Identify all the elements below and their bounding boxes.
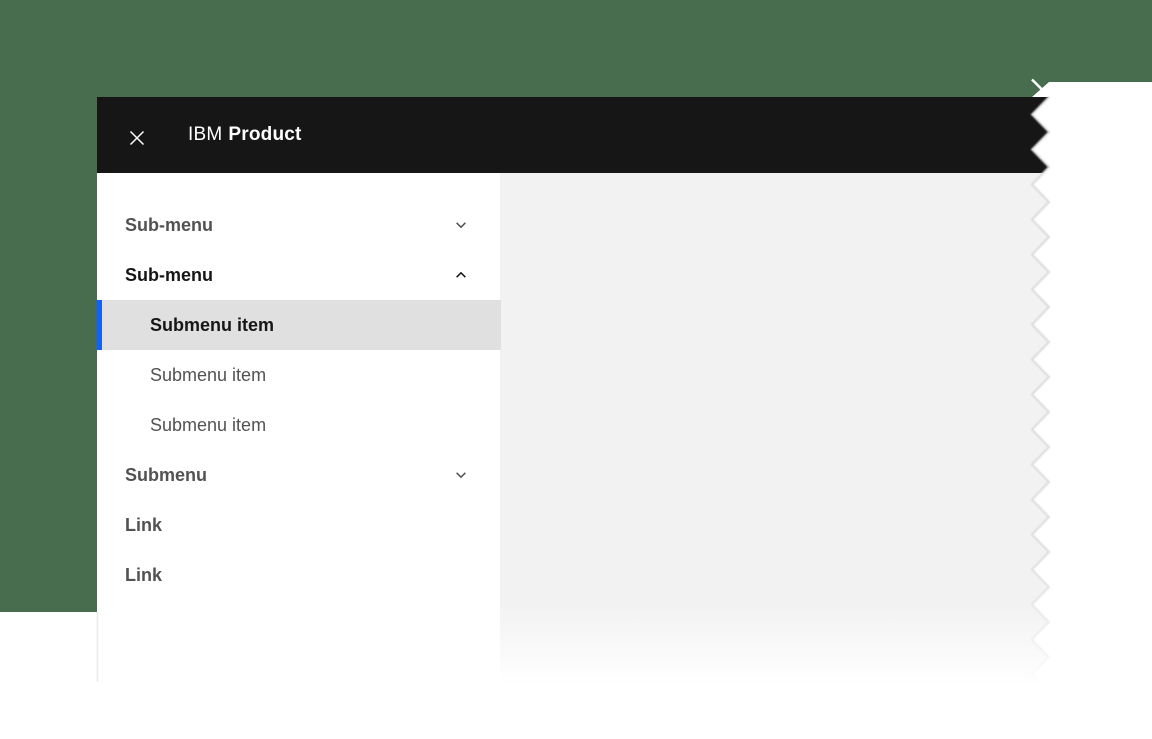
nav-item-link-2[interactable]: Link — [97, 550, 501, 600]
close-button[interactable] — [122, 123, 152, 153]
page: IBM Product Sub-menu Sub-menu Submenu it… — [0, 0, 1152, 739]
nav-item-submenu-toggle-1[interactable]: Sub-menu — [97, 200, 501, 250]
nav-item-label: Submenu item — [150, 315, 274, 336]
chevron-down-icon — [454, 218, 468, 232]
brand-product-name: Product — [228, 124, 301, 146]
nav-item-label: Submenu item — [150, 365, 266, 386]
nav-item-label: Link — [125, 565, 162, 586]
nav-item-submenu-item-3[interactable]: Submenu item — [97, 400, 501, 450]
nav-item-label: Submenu item — [150, 415, 266, 436]
nav-item-submenu-toggle-2-expanded[interactable]: Sub-menu — [97, 250, 501, 300]
nav-item-label: Link — [125, 515, 162, 536]
chevron-down-icon — [454, 468, 468, 482]
nav-item-link-1[interactable]: Link — [97, 500, 501, 550]
close-icon — [129, 130, 145, 146]
nav-item-submenu-item-selected[interactable]: Submenu item — [97, 300, 501, 350]
nav-item-label: Submenu — [125, 465, 207, 486]
content-area-shape — [500, 173, 1049, 685]
nav-item-label: Sub-menu — [125, 215, 213, 236]
selected-indicator — [97, 300, 102, 350]
nav-item-label: Sub-menu — [125, 265, 213, 286]
nav-item-submenu-toggle-3[interactable]: Submenu — [97, 450, 501, 500]
chevron-up-icon — [454, 268, 468, 282]
nav-item-submenu-item-2[interactable]: Submenu item — [97, 350, 501, 400]
header-brand: IBM Product — [188, 97, 302, 173]
brand-prefix: IBM — [188, 124, 222, 146]
